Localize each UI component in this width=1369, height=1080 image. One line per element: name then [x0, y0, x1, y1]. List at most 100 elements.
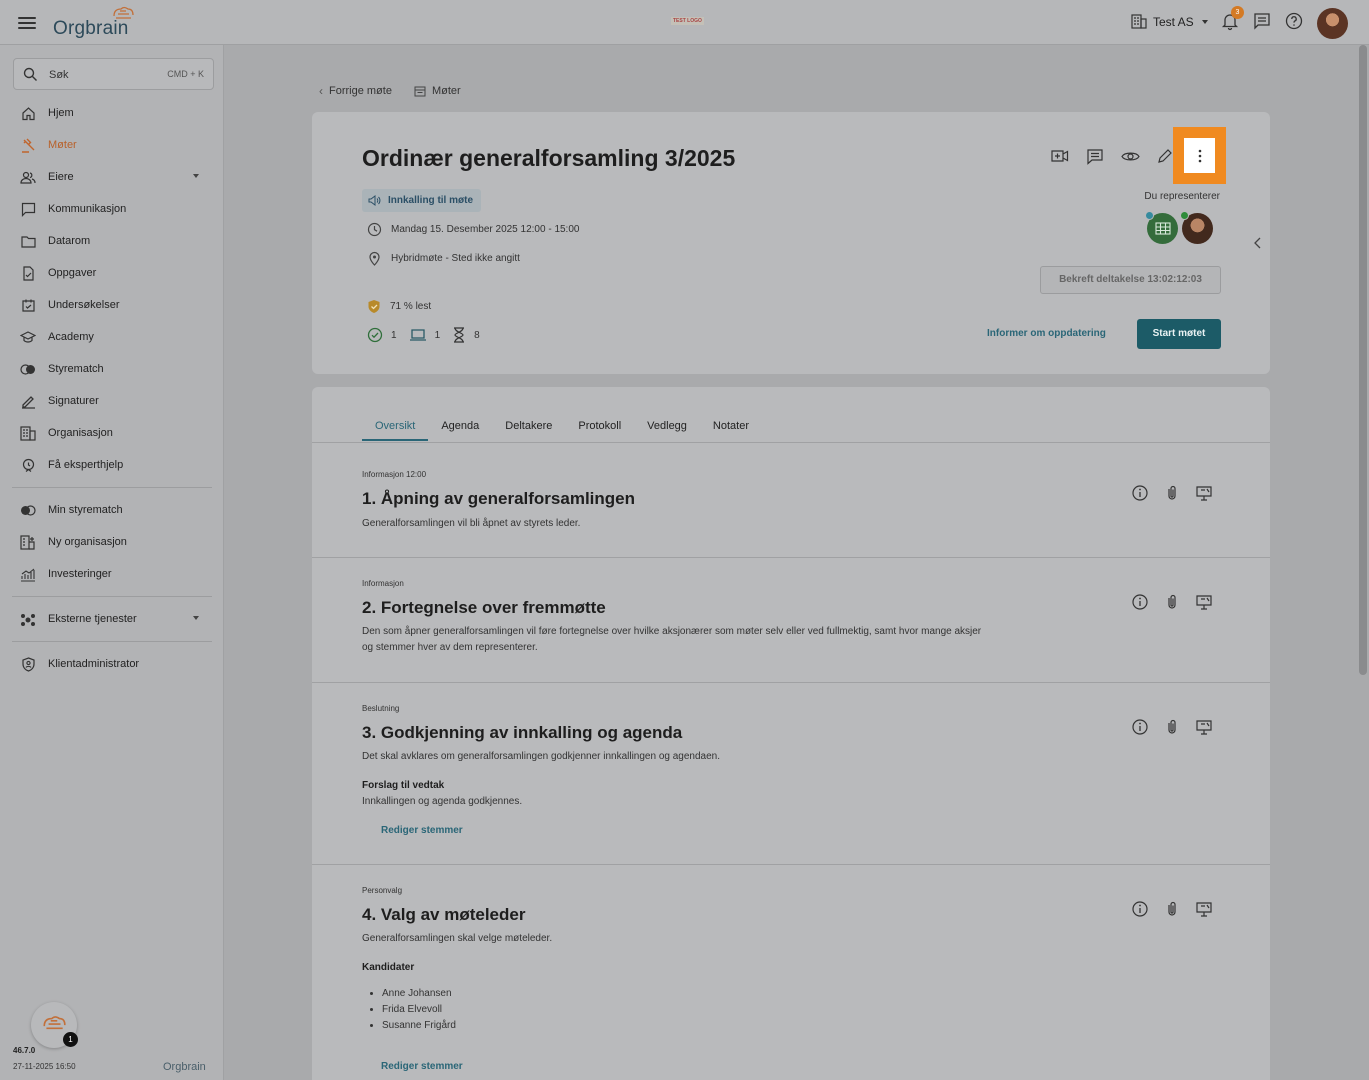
tab-vedlegg[interactable]: Vedlegg	[634, 415, 700, 441]
user-avatar[interactable]	[1317, 8, 1348, 39]
agenda-item[interactable]: Informasjon 2. Fortegnelse over fremmøtt…	[312, 558, 1270, 683]
sidebar-item-label: Ny organisasjon	[48, 536, 127, 548]
sidebar-item-label: Signaturer	[48, 395, 99, 407]
collapse-panel-button[interactable]	[1253, 236, 1263, 254]
chevron-left-icon: ‹	[319, 84, 323, 98]
more-options-button[interactable]	[1184, 138, 1215, 173]
sidebar-item-label: Klientadministrator	[48, 658, 140, 670]
sidebar-item-label: Undersøkelser	[48, 299, 120, 311]
attachment-icon[interactable]	[1163, 484, 1181, 507]
agenda-item-title: 4. Valg av møteleder	[362, 905, 526, 924]
signature-icon	[20, 393, 36, 409]
agenda-item[interactable]: Informasjon 12:00 1. Åpning av generalfo…	[312, 443, 1270, 558]
video-call-icon[interactable]	[1050, 146, 1070, 166]
pending-count: 8	[474, 329, 480, 341]
tab-protokoll[interactable]: Protokoll	[565, 415, 634, 441]
help-button[interactable]	[1284, 11, 1304, 31]
page-title: Ordinær generalforsamling 3/2025	[362, 145, 736, 171]
presentation-icon[interactable]	[1195, 484, 1213, 507]
digital-count: 1	[434, 329, 441, 341]
sidebar-item-label: Datarom	[48, 235, 91, 247]
status-dot	[1180, 211, 1189, 220]
search-input[interactable]: Søk CMD + K	[13, 58, 214, 90]
attachment-icon[interactable]	[1163, 900, 1181, 923]
attachment-icon[interactable]	[1163, 593, 1181, 616]
divider	[12, 596, 212, 597]
preview-eye-icon[interactable]	[1120, 146, 1140, 166]
build-date: 27-11-2025 16:50	[13, 1062, 76, 1071]
represented-parties	[1143, 208, 1221, 248]
support-chat-button[interactable]: 1	[31, 1002, 78, 1048]
sidebar-item-undersokelser[interactable]: Undersøkelser	[0, 289, 224, 321]
page-scrollbar[interactable]	[1359, 45, 1367, 675]
sidebar-item-signaturer[interactable]: Signaturer	[0, 385, 224, 417]
proposal-heading: Forslag til vedtak	[362, 780, 445, 791]
sidebar-item-ny-organisasjon[interactable]: Ny organisasjon	[0, 526, 224, 558]
messages-button[interactable]	[1252, 11, 1272, 31]
comments-icon[interactable]	[1085, 146, 1105, 166]
list-item: Anne Johansen	[382, 986, 456, 1002]
candidates-heading: Kandidater	[362, 962, 415, 973]
more-options-highlight	[1173, 127, 1226, 184]
sidebar-item-label: Styrematch	[48, 363, 104, 375]
chevron-down-icon	[1201, 19, 1208, 24]
edit-votes-link[interactable]: Rediger stemmer	[381, 1061, 463, 1072]
sidebar-item-oppgaver[interactable]: Oppgaver	[0, 257, 224, 289]
info-icon[interactable]	[1131, 718, 1149, 741]
org-switcher[interactable]: Test AS	[1131, 14, 1208, 29]
sidebar-item-organisasjon[interactable]: Organisasjon	[0, 417, 224, 449]
agenda-item-description: Generalforsamlingen vil bli åpnet av sty…	[362, 518, 581, 529]
tab-agenda[interactable]: Agenda	[428, 415, 492, 441]
sidebar-item-kommunikasjon[interactable]: Kommunikasjon	[0, 193, 224, 225]
list-item: Frida Elvevoll	[382, 1002, 456, 1018]
hourglass-icon	[454, 327, 465, 343]
sidebar-item-investeringer[interactable]: Investeringer	[0, 558, 224, 590]
sidebar-item-moter[interactable]: Møter	[0, 129, 224, 161]
candidate-list: Anne Johansen Frida Elvevoll Susanne Fri…	[382, 986, 456, 1034]
edit-pencil-icon[interactable]	[1155, 146, 1175, 166]
tab-oversikt[interactable]: Oversikt	[362, 415, 429, 441]
meetings-link[interactable]: Møter	[414, 84, 461, 98]
tab-deltakere[interactable]: Deltakere	[492, 415, 565, 441]
meeting-tabs: Oversikt Agenda Deltakere Protokoll Vedl…	[362, 415, 762, 441]
previous-meeting-link[interactable]: ‹ Forrige møte	[319, 84, 392, 98]
sidebar-item-styrematch[interactable]: Styrematch	[0, 353, 224, 385]
people-icon	[20, 169, 36, 185]
confirm-attendance-button[interactable]: Bekreft deltakelse 13:02:12:03	[1040, 266, 1221, 294]
sidebar-item-eksterne-tjenester[interactable]: Eksterne tjenester	[0, 603, 224, 635]
sidebar-item-label: Eksterne tjenester	[48, 613, 137, 625]
location-text: Hybridmøte - Sted ikke angitt	[391, 253, 520, 264]
start-meeting-button[interactable]: Start møtet	[1137, 319, 1221, 349]
inform-update-link[interactable]: Informer om oppdatering	[987, 328, 1106, 339]
sidebar-item-eksperthjelp[interactable]: Få eksperthjelp	[0, 449, 224, 481]
sidebar-item-label: Møter	[48, 139, 77, 151]
agenda-item[interactable]: Personvalg 4. Valg av møteleder Generalf…	[312, 865, 1270, 1080]
sidebar-item-klientadministrator[interactable]: Klientadministrator	[0, 648, 224, 680]
presentation-icon[interactable]	[1195, 718, 1213, 741]
agenda-item[interactable]: Beslutning 3. Godkjenning av innkalling …	[312, 683, 1270, 865]
tab-notater[interactable]: Notater	[700, 415, 762, 441]
app-version: 46.7.0	[13, 1046, 36, 1055]
sidebar-item-eiere[interactable]: Eiere	[0, 161, 224, 193]
status-dot	[1145, 211, 1154, 220]
clock-icon	[367, 222, 382, 237]
attachment-icon[interactable]	[1163, 718, 1181, 741]
sidebar-item-academy[interactable]: Academy	[0, 321, 224, 353]
info-icon[interactable]	[1131, 593, 1149, 616]
presentation-icon[interactable]	[1195, 900, 1213, 923]
info-icon[interactable]	[1131, 484, 1149, 507]
info-icon[interactable]	[1131, 900, 1149, 923]
match-icon	[20, 502, 36, 518]
sidebar-item-min-styrematch[interactable]: Min styrematch	[0, 494, 224, 526]
brain-icon	[113, 6, 134, 19]
presentation-icon[interactable]	[1195, 593, 1213, 616]
meeting-header-card: Ordinær generalforsamling 3/2025 Innkall…	[312, 112, 1270, 374]
expert-icon	[20, 457, 36, 473]
chevron-left-icon	[1254, 237, 1261, 249]
help-icon	[1285, 12, 1303, 30]
sidebar-item-datarom[interactable]: Datarom	[0, 225, 224, 257]
sidebar-item-hjem[interactable]: Hjem	[0, 97, 224, 129]
menu-icon[interactable]	[18, 14, 36, 30]
notification-bell[interactable]: 3	[1220, 6, 1244, 31]
edit-votes-link[interactable]: Rediger stemmer	[381, 825, 463, 836]
